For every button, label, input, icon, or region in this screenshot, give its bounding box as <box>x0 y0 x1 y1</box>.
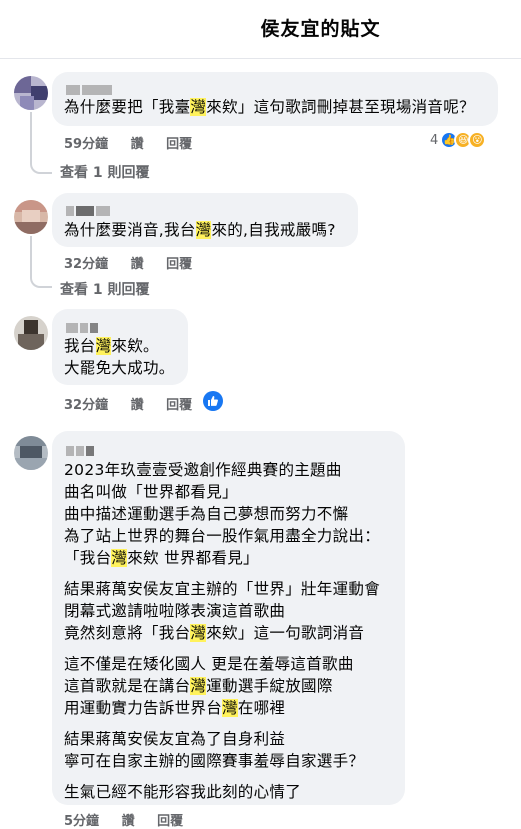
reply-button[interactable]: 回覆 <box>166 137 192 152</box>
timestamp[interactable]: 59分鐘 <box>64 137 108 152</box>
avatar[interactable] <box>14 76 48 110</box>
comment-actions: 5分鐘 讚 回覆 <box>64 810 201 829</box>
view-replies-link[interactable]: 查看 1 則回覆 <box>60 279 150 299</box>
reaction-count: 4 <box>430 132 439 148</box>
post-header: 侯友宜的貼文 <box>0 0 521 58</box>
thread-line <box>30 236 52 288</box>
page-title: 侯友宜的貼文 <box>260 18 381 40</box>
reply-button[interactable]: 回覆 <box>157 814 183 829</box>
author-name[interactable] <box>66 441 96 456</box>
thread-line <box>30 112 52 174</box>
comment-bubble: 為什麼要消音,我台灣來的,自我戒嚴嗎? <box>52 193 358 247</box>
reaction-summary[interactable]: 4 👍 😆 😮 <box>430 131 487 149</box>
reply-button[interactable]: 回覆 <box>166 257 192 272</box>
timestamp[interactable]: 32分鐘 <box>64 257 108 272</box>
author-name[interactable] <box>66 80 114 95</box>
wow-icon: 😮 <box>468 131 487 149</box>
comment-bubble: 2023年玖壹壹受邀創作經典賽的主題曲 曲名叫做「世界都看見」 曲中描述運動選手… <box>52 431 405 805</box>
comment-actions: 32分鐘 讚 回覆 <box>64 394 210 413</box>
comment-text: 我台灣來欸。 大罷免大成功。 <box>64 337 175 377</box>
like-button[interactable]: 讚 <box>122 814 135 829</box>
comment-text: 為什麼要消音,我台灣來的,自我戒嚴嗎? <box>64 221 336 239</box>
avatar[interactable] <box>14 316 48 350</box>
comment-bubble: 我台灣來欸。 大罷免大成功。 <box>52 309 188 385</box>
timestamp[interactable]: 5分鐘 <box>64 814 99 829</box>
author-name[interactable] <box>66 318 100 333</box>
timestamp[interactable]: 32分鐘 <box>64 398 108 413</box>
like-button[interactable]: 讚 <box>131 137 144 152</box>
comment-actions: 59分鐘 讚 回覆 <box>64 133 210 152</box>
like-icon[interactable] <box>203 391 223 411</box>
avatar[interactable] <box>14 200 48 234</box>
comment-text: 2023年玖壹壹受邀創作經典賽的主題曲 曲名叫做「世界都看見」 曲中描述運動選手… <box>64 461 381 801</box>
header-divider <box>0 58 521 59</box>
reply-button[interactable]: 回覆 <box>166 398 192 413</box>
avatar[interactable] <box>14 436 48 470</box>
comment-bubble: 為什麼要把「我臺灣來欸」這句歌詞刪掉甚至現場消音呢？ <box>52 72 498 126</box>
author-name[interactable] <box>66 201 112 216</box>
comment-text: 為什麼要把「我臺灣來欸」這句歌詞刪掉甚至現場消音呢？ <box>64 98 475 116</box>
like-button[interactable]: 讚 <box>131 257 144 272</box>
view-replies-link[interactable]: 查看 1 則回覆 <box>60 162 150 182</box>
comment-actions: 32分鐘 讚 回覆 <box>64 253 210 272</box>
like-button[interactable]: 讚 <box>131 398 144 413</box>
